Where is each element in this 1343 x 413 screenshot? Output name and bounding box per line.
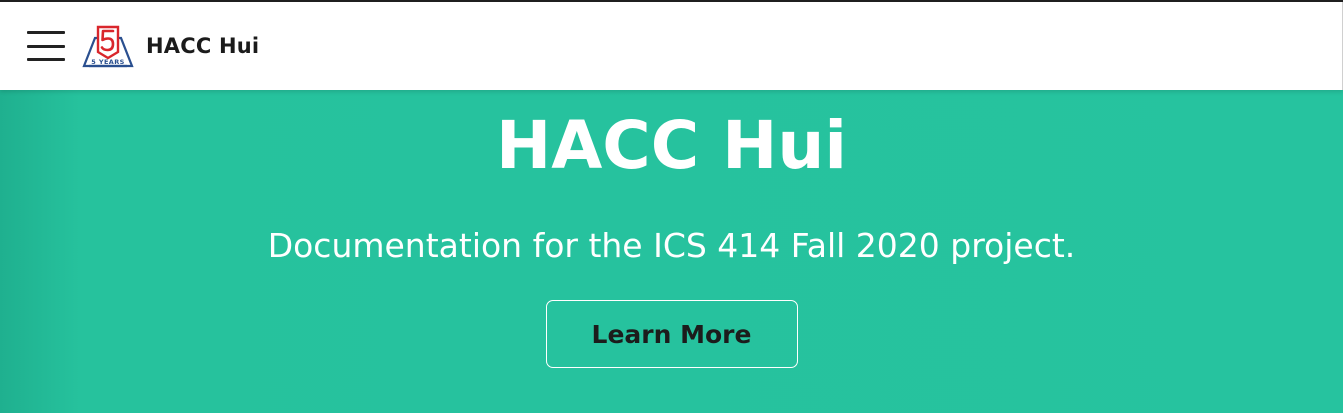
page: 5 YEARS HACC Hui HACC Hui Documentation … — [0, 0, 1343, 413]
hamburger-menu-icon[interactable] — [27, 31, 65, 61]
logo-years-text: 5 YEARS — [91, 58, 124, 66]
hacc-logo-icon: 5 YEARS — [82, 25, 134, 68]
hamburger-line — [27, 31, 65, 34]
hero-title: HACC Hui — [495, 107, 847, 184]
top-navbar: 5 YEARS HACC Hui — [0, 2, 1343, 90]
brand-link[interactable]: 5 YEARS HACC Hui — [81, 22, 259, 70]
learn-more-button[interactable]: Learn More — [545, 300, 798, 368]
hamburger-line — [27, 44, 65, 48]
brand-title: HACC Hui — [146, 34, 260, 58]
hamburger-line — [27, 58, 65, 61]
hero-banner: HACC Hui Documentation for the ICS 414 F… — [0, 90, 1343, 413]
hero-subtitle: Documentation for the ICS 414 Fall 2020 … — [267, 226, 1076, 265]
